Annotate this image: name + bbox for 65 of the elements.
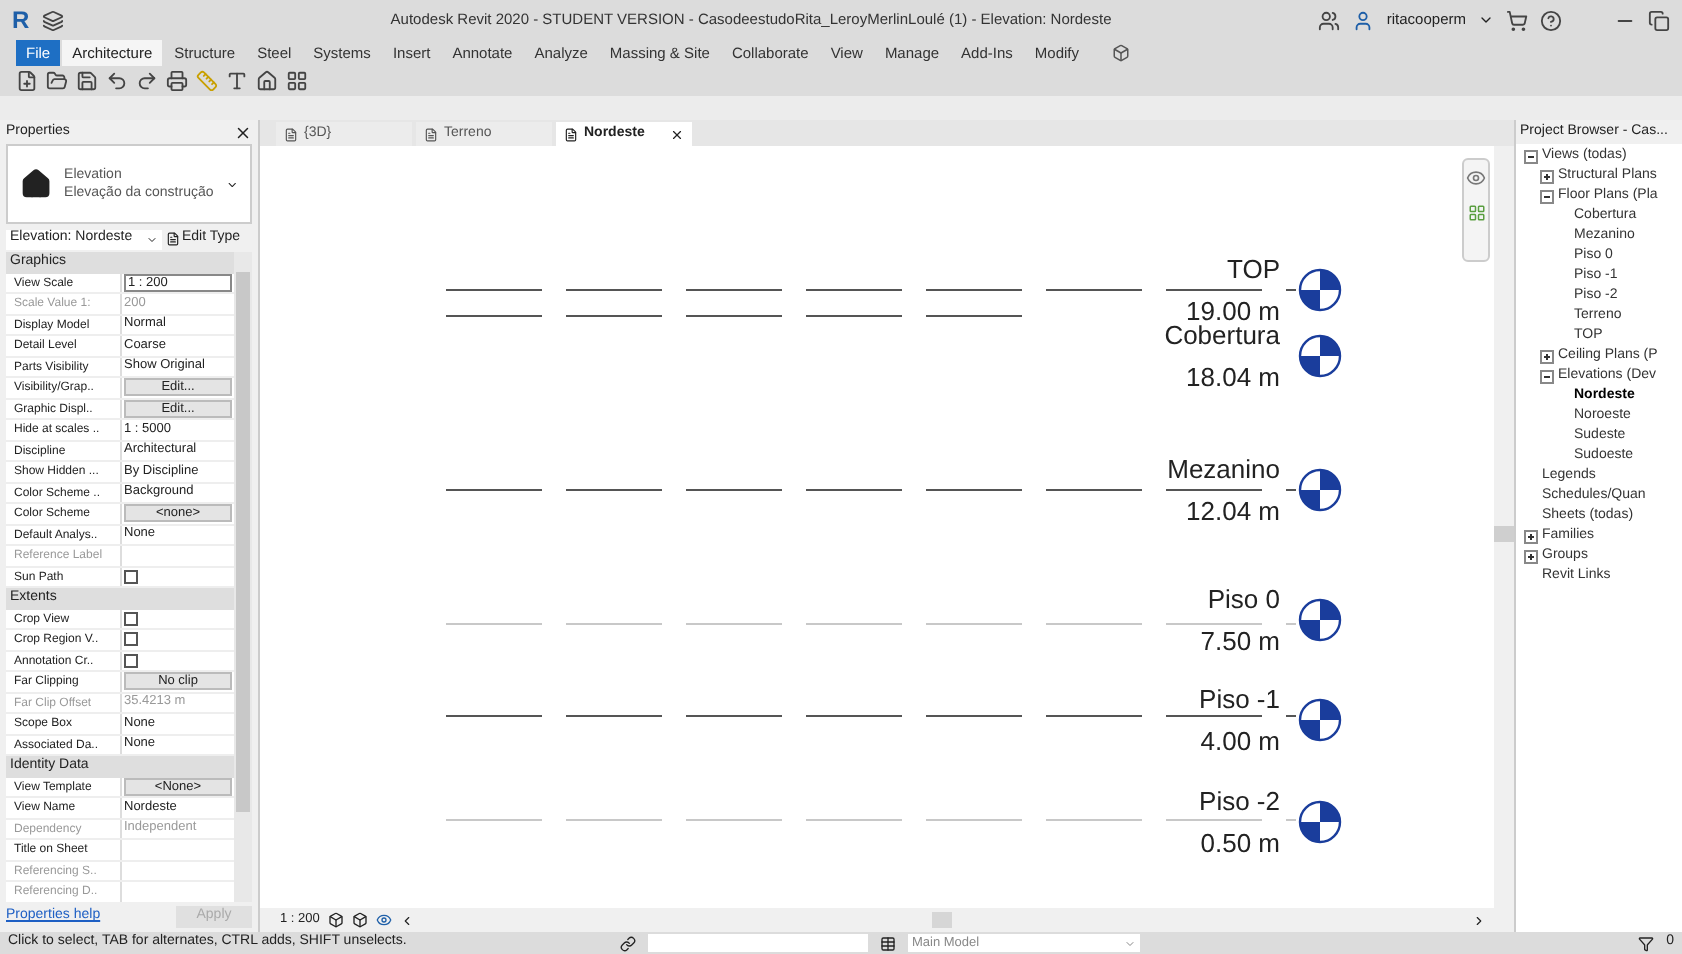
collapse-icon[interactable] (1540, 369, 1554, 383)
level-elevation[interactable]: 19.00 m (1186, 296, 1280, 326)
text-icon[interactable] (226, 70, 248, 92)
new-file-icon[interactable] (16, 70, 38, 92)
grid-icon[interactable] (286, 70, 308, 92)
collapse-icon[interactable] (1524, 149, 1538, 163)
checkbox[interactable] (124, 611, 138, 626)
undo-icon[interactable] (106, 70, 128, 92)
link-icon[interactable] (620, 935, 636, 951)
level-name[interactable]: Piso 0 (1207, 584, 1280, 614)
level-head-icon[interactable] (1298, 268, 1342, 312)
house-icon[interactable] (256, 70, 278, 92)
level-head-icon[interactable] (1298, 598, 1342, 642)
close-icon[interactable] (670, 127, 684, 141)
document-icon (284, 127, 298, 141)
app-logo[interactable]: R (12, 8, 30, 32)
level-name[interactable]: Piso -1 (1199, 684, 1280, 714)
checkbox[interactable] (124, 632, 138, 647)
close-icon[interactable] (234, 123, 252, 141)
drawing-canvas[interactable]: TOP 19.00 m Cobertura 18.04 m Mezanino 12.04 m Piso 0 7.50 m Piso -1 4.00 m Piso -2 0.50 m (260, 146, 1494, 908)
level-elevation[interactable]: 0.50 m (1200, 828, 1280, 858)
level-elevation[interactable]: 4.00 m (1200, 726, 1280, 756)
level-elevation[interactable]: 7.50 m (1200, 626, 1280, 656)
redo-icon[interactable] (136, 70, 158, 92)
level-elevation[interactable]: 12.04 m (1186, 496, 1280, 526)
dropdown-icon[interactable] (1478, 12, 1494, 28)
expand-icon[interactable] (1540, 349, 1554, 363)
level-head-icon[interactable] (1298, 334, 1342, 378)
dropdown-icon[interactable] (225, 177, 238, 191)
print-icon[interactable] (166, 70, 188, 92)
level-head-icon[interactable] (1298, 698, 1342, 742)
scrollbar[interactable] (234, 252, 252, 902)
expand-icon[interactable] (1524, 549, 1538, 563)
filter-icon[interactable] (1638, 935, 1655, 951)
level-name[interactable]: Cobertura (1164, 320, 1280, 350)
level-elevation[interactable]: 18.04 m (1186, 362, 1280, 392)
level-head-icon[interactable] (1298, 800, 1342, 844)
expand-icon[interactable] (1540, 169, 1554, 183)
document-icon (564, 127, 578, 141)
document-icon (424, 127, 438, 141)
level-line[interactable] (446, 288, 1296, 292)
save-icon[interactable] (76, 70, 98, 92)
collapse-icon[interactable] (1540, 189, 1554, 203)
help-icon[interactable] (1540, 9, 1562, 31)
users-icon[interactable] (1318, 9, 1341, 31)
visibility-icon[interactable] (375, 912, 392, 928)
level-name[interactable]: Mezanino (1167, 454, 1280, 484)
scroll-right-icon[interactable] (1472, 913, 1486, 927)
open-folder-icon[interactable] (46, 70, 68, 92)
house-icon (20, 166, 53, 202)
restore-icon[interactable] (1648, 9, 1670, 31)
layers-icon[interactable] (41, 9, 64, 31)
expand-icon[interactable] (1524, 529, 1538, 543)
checkbox[interactable] (124, 569, 138, 584)
level-line[interactable] (446, 488, 1296, 492)
level-line[interactable] (446, 714, 1296, 718)
table-icon[interactable] (880, 935, 896, 951)
cart-icon[interactable] (1506, 9, 1528, 31)
scroll-left-icon[interactable] (399, 913, 414, 927)
level-name[interactable]: Piso -2 (1199, 786, 1280, 816)
checkbox[interactable] (124, 653, 138, 668)
user-icon[interactable] (1352, 9, 1375, 31)
document-icon (166, 232, 180, 246)
level-name[interactable]: TOP (1227, 254, 1280, 284)
level-head-icon[interactable] (1298, 468, 1342, 512)
